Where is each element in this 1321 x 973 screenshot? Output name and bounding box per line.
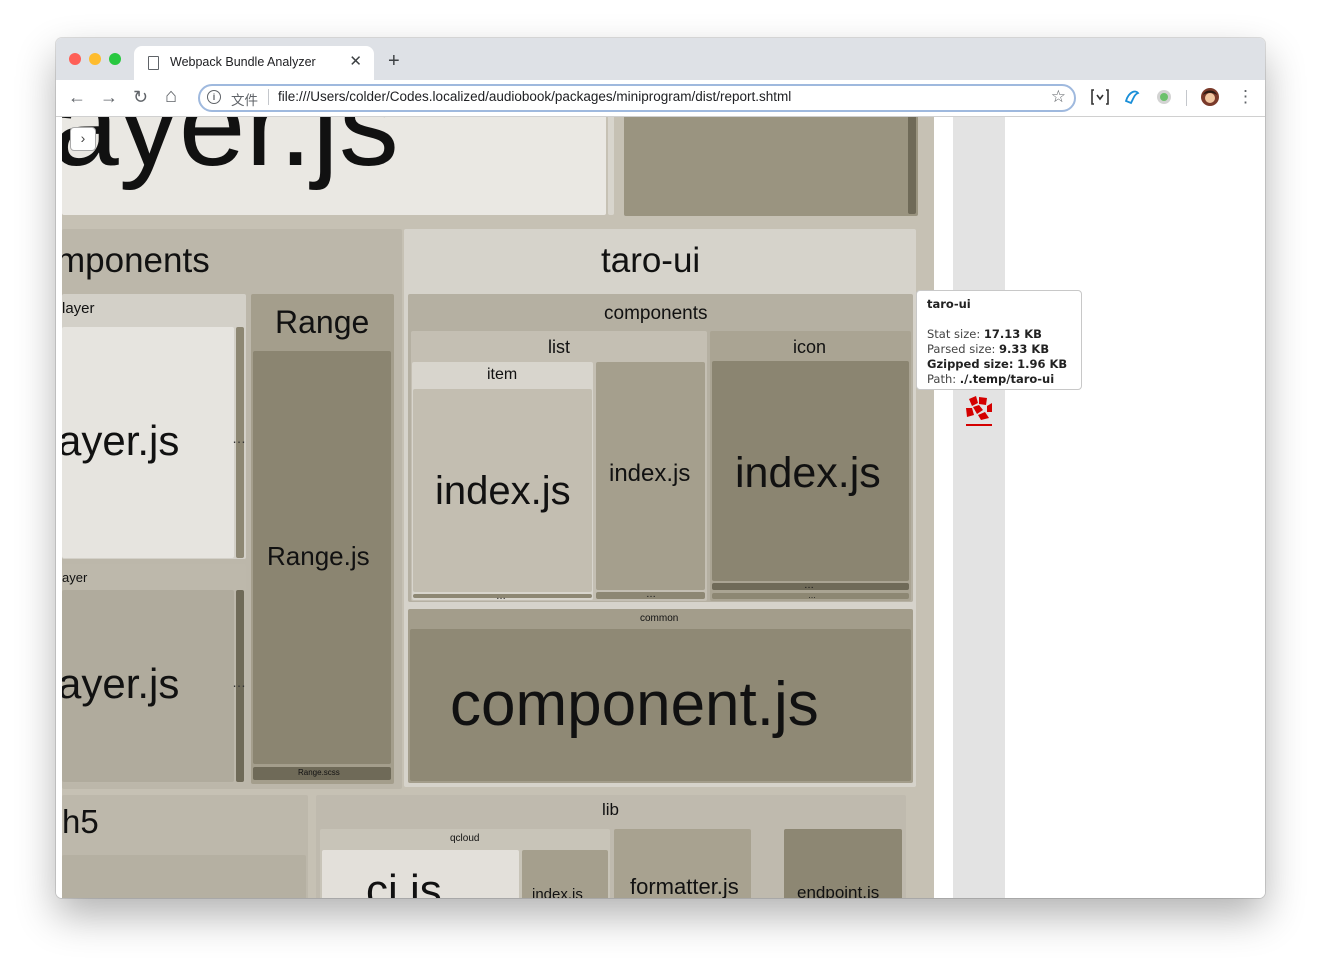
treemap-cell-range-scss[interactable]: Range.scss bbox=[253, 767, 391, 780]
new-tab-button[interactable]: + bbox=[388, 50, 400, 73]
tooltip-title: taro-ui bbox=[927, 297, 971, 311]
extension-circle-icon[interactable] bbox=[1155, 88, 1173, 106]
cell-label: list bbox=[548, 337, 570, 357]
cell-label: qcloud bbox=[450, 833, 480, 844]
minimize-window-button[interactable] bbox=[89, 53, 101, 65]
bookmark-star-icon[interactable]: ☆ bbox=[1051, 87, 1066, 107]
treemap-cell-sliver[interactable] bbox=[608, 117, 614, 215]
reload-button[interactable]: ↻ bbox=[133, 87, 148, 108]
home-button[interactable]: ⌂ bbox=[165, 85, 177, 108]
treemap-cell-player-top[interactable]: ayer.js bbox=[62, 117, 606, 215]
page-content: ayer.js mponents layer ayer.js … ayer ay… bbox=[56, 117, 1265, 898]
toolbar-separator bbox=[1186, 90, 1187, 106]
cell-label: layer bbox=[62, 300, 95, 317]
tab-title: Webpack Bundle Analyzer bbox=[170, 55, 316, 69]
treemap[interactable]: ayer.js mponents layer ayer.js … ayer ay… bbox=[62, 117, 934, 898]
back-button[interactable]: ← bbox=[68, 87, 86, 108]
cell-label: Range.js bbox=[267, 541, 370, 571]
foamtree-attribution-strip bbox=[953, 117, 1005, 898]
extension-bracket-icon[interactable] bbox=[1090, 88, 1110, 106]
browser-window: Webpack Bundle Analyzer ✕ + ← → ↻ ⌂ i 文件… bbox=[56, 38, 1265, 898]
treemap-cell-sliver[interactable] bbox=[908, 117, 916, 214]
treemap-cell-endpoint[interactable]: endpoint.js bbox=[784, 829, 902, 898]
omnibox-separator bbox=[268, 89, 269, 105]
foamtree-logo-icon[interactable] bbox=[965, 395, 993, 429]
scheme-label: 文件 bbox=[231, 93, 258, 108]
gzipped-size-label: Gzipped size: bbox=[927, 357, 1014, 371]
extension-bird-icon[interactable] bbox=[1123, 88, 1141, 106]
cell-label: mponents bbox=[62, 241, 210, 280]
more-indicator: … bbox=[232, 674, 246, 690]
cell-label: ayer.js bbox=[62, 660, 180, 707]
close-window-button[interactable] bbox=[69, 53, 81, 65]
more-indicator: … bbox=[232, 430, 246, 446]
info-icon[interactable]: i bbox=[207, 90, 221, 104]
tab-bar: Webpack Bundle Analyzer ✕ + bbox=[56, 38, 1265, 80]
cell-label: index.js bbox=[532, 886, 583, 898]
cell-label: ayer bbox=[62, 570, 88, 585]
cell-label: lib bbox=[602, 800, 620, 819]
cell-label: common bbox=[640, 613, 679, 624]
treemap-cell-h5-child[interactable] bbox=[62, 855, 306, 898]
tooltip: taro-ui Stat size: 17.13 KB Parsed size:… bbox=[916, 290, 1082, 390]
document-icon bbox=[148, 56, 159, 70]
more-indicator: … bbox=[804, 580, 814, 591]
treemap-cell-ci-js[interactable]: ci.js bbox=[322, 850, 519, 898]
cell-label: item bbox=[487, 366, 518, 383]
cell-label: formatter.js bbox=[630, 874, 739, 898]
tab-webpack-bundle-analyzer[interactable]: Webpack Bundle Analyzer ✕ bbox=[134, 46, 374, 80]
path-label: Path: bbox=[927, 372, 957, 386]
treemap-cell-player-2-file[interactable]: ayer.js bbox=[62, 590, 234, 782]
treemap-cell-player-1-file[interactable]: ayer.js bbox=[62, 327, 234, 558]
cell-label: ci.js bbox=[366, 866, 442, 898]
treemap-cell-list-index[interactable]: index.js bbox=[596, 362, 705, 590]
treemap-cell-top-right[interactable] bbox=[624, 117, 918, 216]
sidebar-toggle-button[interactable]: › bbox=[70, 127, 96, 151]
cell-label: components bbox=[604, 303, 708, 324]
cell-label: ayer.js bbox=[62, 417, 180, 464]
cell-label: component.js bbox=[450, 670, 819, 739]
treemap-cell-formatter[interactable]: formatter.js bbox=[614, 829, 751, 898]
gzipped-size-value: 1.96 KB bbox=[1017, 357, 1068, 371]
more-indicator: … bbox=[646, 589, 656, 600]
stat-size-label: Stat size: bbox=[927, 327, 981, 341]
cell-label: index.js bbox=[435, 469, 571, 513]
treemap-cell-icon-index[interactable]: index.js bbox=[712, 361, 909, 581]
toolbar: ← → ↻ ⌂ i 文件 file:///Users/colder/Codes.… bbox=[56, 80, 1265, 117]
cell-label: Range.scss bbox=[298, 768, 340, 777]
parsed-size-label: Parsed size: bbox=[927, 342, 996, 356]
address-bar[interactable]: i 文件 file:///Users/colder/Codes.localize… bbox=[198, 84, 1076, 112]
tab-close-icon[interactable]: ✕ bbox=[349, 52, 362, 70]
cell-label: index.js bbox=[735, 449, 881, 497]
treemap-cell-range-file[interactable]: Range.js bbox=[253, 351, 391, 764]
treemap-right-margin bbox=[934, 117, 953, 898]
avatar[interactable] bbox=[1200, 87, 1220, 107]
treemap-cell-item-index[interactable]: index.js bbox=[413, 389, 592, 592]
treemap-cell-component-js[interactable]: component.js bbox=[410, 629, 911, 781]
menu-icon[interactable]: ⋮ bbox=[1237, 87, 1254, 107]
stat-size-value: 17.13 KB bbox=[983, 327, 1042, 341]
cell-label: h5 bbox=[62, 803, 99, 840]
forward-button[interactable]: → bbox=[100, 87, 118, 108]
maximize-window-button[interactable] bbox=[109, 53, 121, 65]
cell-label: index.js bbox=[609, 460, 691, 487]
parsed-size-value: 9.33 KB bbox=[999, 342, 1050, 356]
cell-label: Range bbox=[275, 304, 370, 340]
more-indicator: … bbox=[496, 591, 506, 602]
more-indicator: … bbox=[808, 591, 816, 600]
cell-label: taro-ui bbox=[601, 241, 701, 280]
treemap-cell-qcloud-index[interactable]: index.js bbox=[522, 850, 608, 898]
cell-label: endpoint.js bbox=[797, 883, 880, 898]
path-value: ./.temp/taro-ui bbox=[959, 372, 1055, 386]
cell-label: ayer.js bbox=[62, 117, 399, 191]
url-text[interactable]: file:///Users/colder/Codes.localized/aud… bbox=[278, 89, 791, 104]
cell-label: icon bbox=[793, 337, 827, 357]
